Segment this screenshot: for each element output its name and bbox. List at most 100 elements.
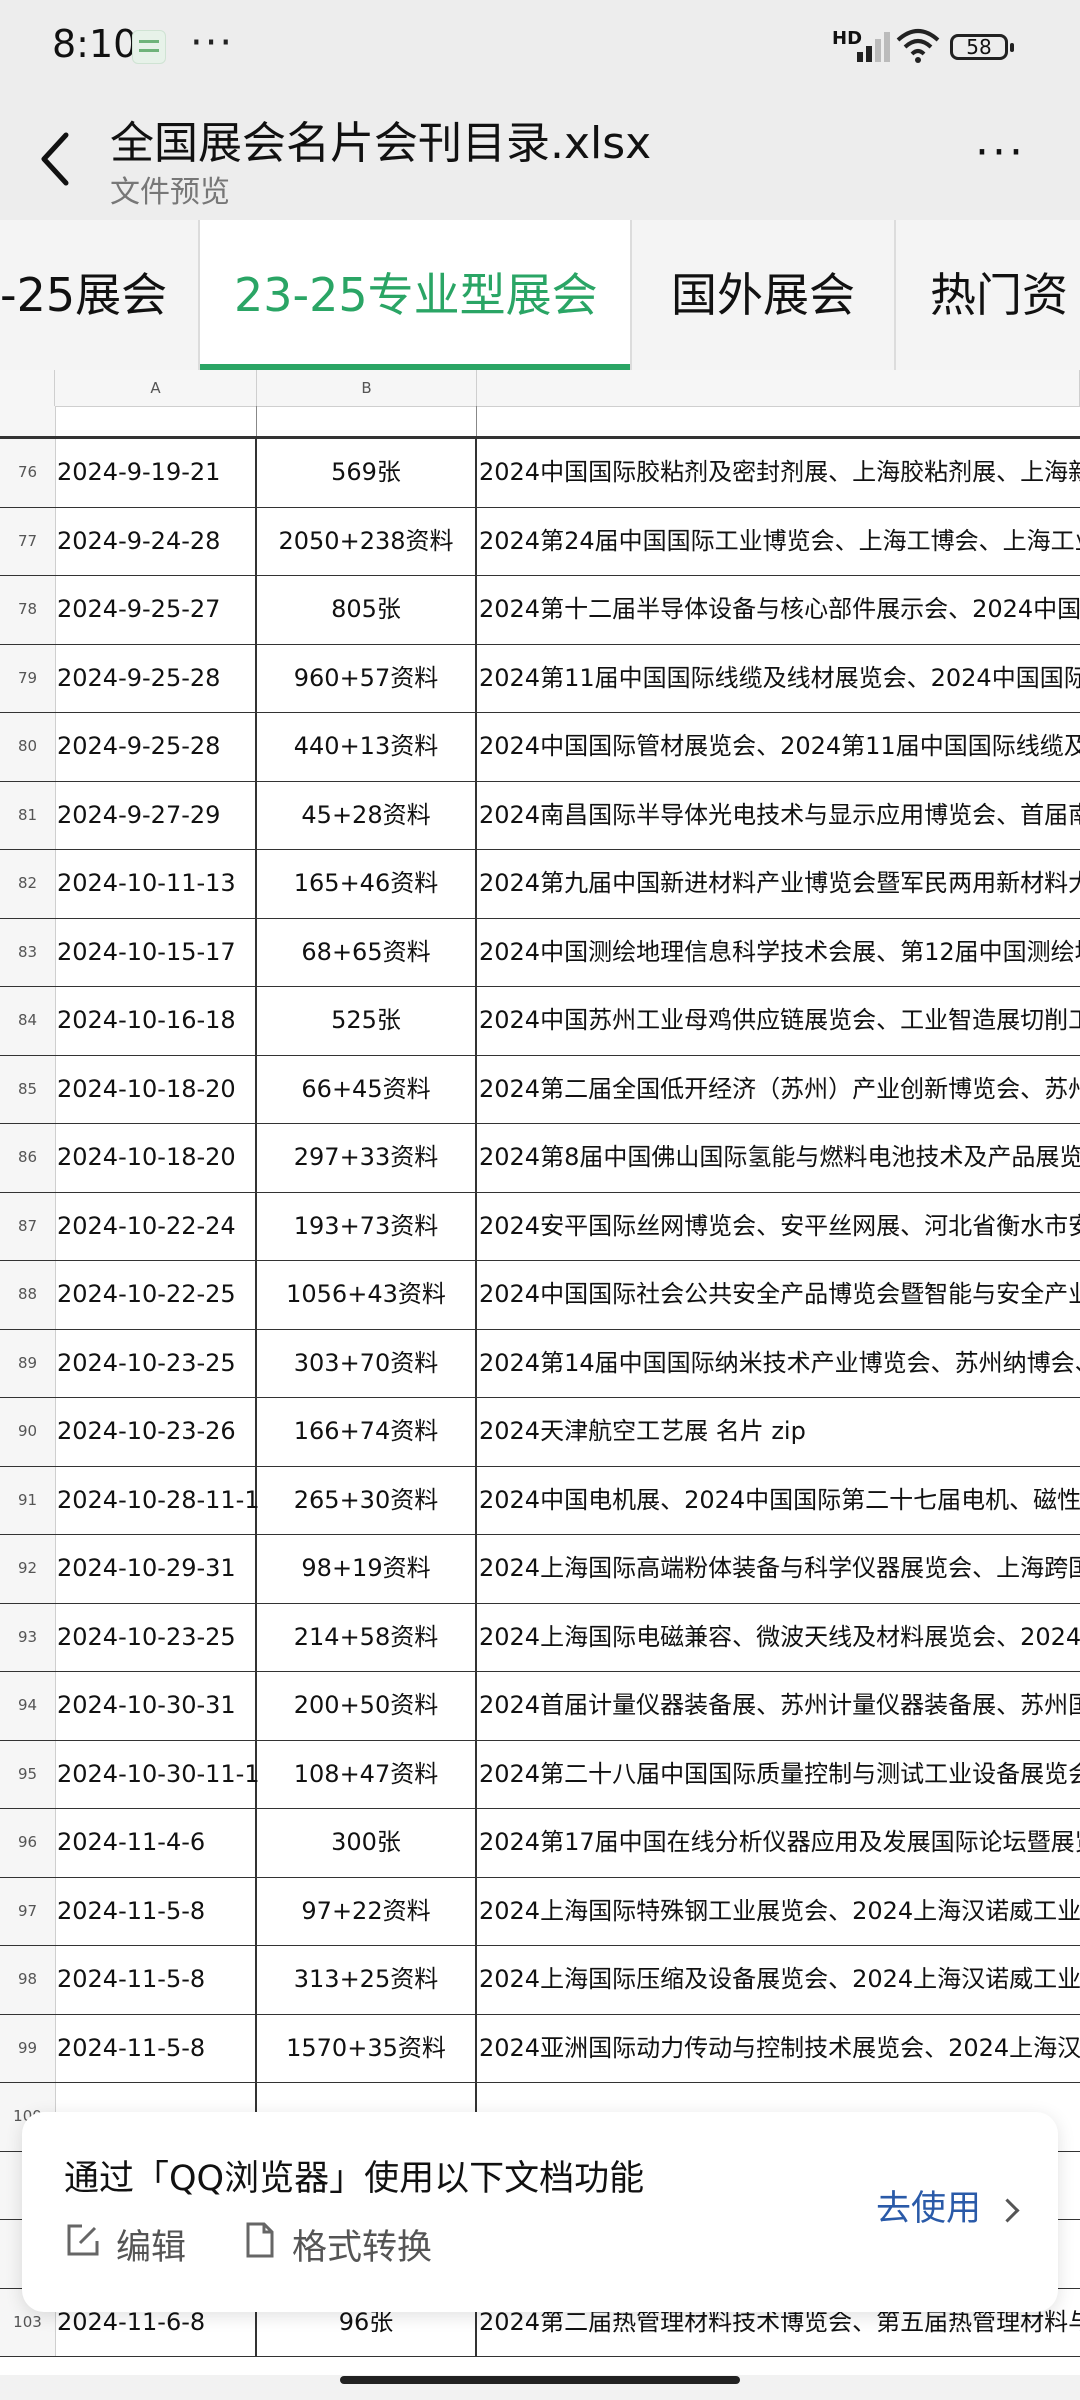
page-subtitle: 文件预览 xyxy=(110,175,230,210)
count-cell[interactable]: 805张 xyxy=(257,576,477,644)
signal-icon xyxy=(857,32,890,62)
description-cell[interactable]: 2024上海国际高端粉体装备与科学仪器展览会、上海跨国采 xyxy=(477,1535,1080,1603)
description-cell[interactable]: 2024首届计量仪器装备展、苏州计量仪器装备展、苏州国际 xyxy=(477,1672,1080,1740)
date-cell[interactable]: 2024-11-4-6 xyxy=(55,1809,257,1877)
description-cell[interactable]: 2024中国测绘地理信息科学技术会展、第12届中国测绘地理 xyxy=(477,919,1080,987)
date-cell[interactable]: 2024-11-5-8 xyxy=(55,1946,257,2014)
date-cell[interactable]: 2024-10-18-20 xyxy=(55,1055,257,1123)
description-cell[interactable]: 2024第17届中国在线分析仪器应用及发展国际论坛暨展览会 xyxy=(477,1809,1080,1877)
date-cell[interactable]: 2024-10-16-18 xyxy=(55,987,257,1055)
description-cell[interactable]: 2024第11届中国国际线缆及线材展览会、2024中国国际管材 xyxy=(477,645,1080,713)
date-cell[interactable]: 2024-10-28-11-1 xyxy=(55,1466,260,1534)
count-cell[interactable]: 2050+238资料 xyxy=(257,507,477,575)
description-cell[interactable]: 2024第24届中国国际工业博览会、上海工博会、上海工业展 xyxy=(477,508,1080,576)
column-header-a[interactable]: A xyxy=(55,370,257,406)
date-cell[interactable]: 2024-10-22-24 xyxy=(55,1192,257,1260)
count-cell[interactable]: 313+25资料 xyxy=(257,1946,477,2014)
description-cell[interactable]: 2024第二届全国低开经济（苏州）产业创新博览会、苏州低 xyxy=(477,1056,1080,1124)
count-cell[interactable]: 303+70资料 xyxy=(257,1329,477,1397)
date-cell[interactable]: 2024-10-23-26 xyxy=(55,1398,257,1466)
count-cell[interactable]: 300张 xyxy=(257,1809,477,1877)
count-cell[interactable]: 200+50资料 xyxy=(257,1672,477,1740)
description-cell[interactable]: 2024天津航空工艺展 名片 zip xyxy=(477,1398,1080,1466)
count-cell[interactable]: 98+19资料 xyxy=(257,1535,477,1603)
date-cell[interactable]: 2024-9-27-29 xyxy=(55,781,257,849)
description-cell[interactable]: 2024中国苏州工业母鸡供应链展览会、工业智造展切削工具 xyxy=(477,987,1080,1055)
description-cell[interactable]: 2024亚洲国际动力传动与控制技术展览会、2024上海汉诺威 xyxy=(477,2015,1080,2083)
date-cell[interactable]: 2024-10-18-20 xyxy=(55,1124,257,1192)
description-cell[interactable]: 2024中国国际社会公共安全产品博览会暨智能与安全产业发 xyxy=(477,1261,1080,1329)
battery-icon: 58 xyxy=(950,34,1014,60)
date-cell[interactable]: 2024-11-5-8 xyxy=(55,2014,257,2082)
column-headers: A B xyxy=(0,370,1080,407)
description-cell[interactable]: 2024第8届中国佛山国际氢能与燃料电池技术及产品展览会 xyxy=(477,1124,1080,1192)
description-cell[interactable]: 2024中国国际管材展览会、2024第11届中国国际线缆及线材 xyxy=(477,713,1080,781)
description-cell[interactable]: 2024上海国际电磁兼容、微波天线及材料展览会、2024上海 xyxy=(477,1604,1080,1672)
description-cell[interactable]: 2024安平国际丝网博览会、安平丝网展、河北省衡水市安平 xyxy=(477,1193,1080,1261)
date-cell[interactable]: 2024-10-22-25 xyxy=(55,1261,257,1329)
date-cell[interactable]: 2024-9-25-28 xyxy=(55,644,257,712)
description-cell[interactable]: 2024第14届中国国际纳米技术产业博览会、苏州纳博会、苏 xyxy=(477,1330,1080,1398)
row-number: 80 xyxy=(0,713,56,781)
tab-sheet-3[interactable]: 国外展会 xyxy=(632,220,896,370)
date-cell[interactable]: 2024-11-5-8 xyxy=(55,1877,257,1945)
home-indicator[interactable] xyxy=(340,2376,740,2384)
go-use-button[interactable]: 去使用 xyxy=(876,2180,1020,2231)
row-number: 81 xyxy=(0,781,56,849)
tab-sheet-2-active[interactable]: 23-25专业型展会 xyxy=(200,220,632,370)
count-cell[interactable]: 960+57资料 xyxy=(257,644,477,712)
tab-sheet-1[interactable]: -25展会 xyxy=(0,220,200,370)
description-cell[interactable]: 2024中国国际胶粘剂及密封剂展、上海胶粘剂展、上海新国 xyxy=(477,439,1080,507)
description-cell[interactable]: 2024上海国际特殊钢工业展览会、2024上海汉诺威工业联展 xyxy=(477,1878,1080,1946)
date-cell[interactable]: 2024-10-23-25 xyxy=(55,1329,257,1397)
select-all-corner[interactable] xyxy=(0,370,55,406)
description-cell[interactable]: 2024第九届中国新进材料产业博览会暨军民两用新材料大会 xyxy=(477,850,1080,918)
tab-sheet-4[interactable]: 热门资 xyxy=(896,220,1080,370)
table-row: 93 2024-10-23-25 214+58资料 2024上海国际电磁兼容、微波天线… xyxy=(0,1603,1080,1672)
date-cell[interactable]: 2024-10-11-13 xyxy=(55,850,257,918)
row-number: 98 xyxy=(0,1946,56,2014)
count-cell[interactable]: 214+58资料 xyxy=(257,1603,477,1671)
description-cell[interactable]: 2024中国电机展、2024中国国际第二十七届电机、磁性材料 xyxy=(477,1467,1080,1535)
count-cell[interactable]: 166+74资料 xyxy=(257,1398,477,1466)
back-icon[interactable] xyxy=(36,129,76,189)
description-cell[interactable]: 2024第二十八届中国国际质量控制与测试工业设备展览会、 xyxy=(477,1741,1080,1809)
count-cell[interactable]: 68+65资料 xyxy=(257,918,477,986)
count-cell[interactable]: 97+22资料 xyxy=(257,1877,477,1945)
column-header-c[interactable] xyxy=(477,370,1080,406)
count-cell[interactable]: 45+28资料 xyxy=(257,781,477,849)
count-cell[interactable]: 66+45资料 xyxy=(257,1055,477,1123)
table-row: 90 2024-10-23-26 166+74资料 2024天津航空工艺展 名片 zi… xyxy=(0,1398,1080,1467)
count-cell[interactable]: 193+73资料 xyxy=(257,1192,477,1260)
count-cell[interactable]: 440+13资料 xyxy=(257,713,477,781)
spreadsheet-grid[interactable]: A B 76 2024-9-19-21 569张 2024中国国际胶粘剂及密封剂展、上… xyxy=(0,370,1080,2375)
row-number: 87 xyxy=(0,1192,56,1260)
date-cell[interactable]: 2024-10-30-31 xyxy=(55,1672,257,1740)
count-cell[interactable]: 265+30资料 xyxy=(257,1466,477,1534)
chevron-right-icon xyxy=(995,2197,1020,2223)
count-cell[interactable]: 569张 xyxy=(257,439,477,507)
date-cell[interactable]: 2024-9-19-21 xyxy=(55,439,257,507)
count-cell[interactable]: 1056+43资料 xyxy=(257,1261,477,1329)
count-cell[interactable]: 297+33资料 xyxy=(257,1124,477,1192)
count-cell[interactable]: 1570+35资料 xyxy=(257,2014,477,2082)
date-cell[interactable]: 2024-9-25-28 xyxy=(55,713,257,781)
description-cell[interactable]: 2024南昌国际半导体光电技术与显示应用博览会、首届南昌 xyxy=(477,782,1080,850)
date-cell[interactable]: 2024-10-23-25 xyxy=(55,1603,257,1671)
date-cell[interactable]: 2024-10-30-11-1 xyxy=(55,1740,260,1808)
date-cell[interactable]: 2024-10-29-31 xyxy=(55,1535,257,1603)
column-header-b[interactable]: B xyxy=(257,370,477,406)
date-cell[interactable]: 2024-9-25-27 xyxy=(55,576,257,644)
description-cell[interactable]: 2024第十二届半导体设备与核心部件展示会、2024中国电子 xyxy=(477,576,1080,644)
table-row: 83 2024-10-15-17 68+65资料 2024中国测绘地理信息科学技术会展… xyxy=(0,918,1080,987)
count-cell[interactable]: 108+47资料 xyxy=(257,1740,477,1808)
more-options-icon[interactable]: ··· xyxy=(975,127,1026,178)
date-cell[interactable]: 2024-9-24-28 xyxy=(55,507,257,575)
row-number: 97 xyxy=(0,1877,56,1945)
count-cell[interactable]: 165+46资料 xyxy=(257,850,477,918)
table-body: 76 2024-9-19-21 569张 2024中国国际胶粘剂及密封剂展、上海胶粘剂… xyxy=(0,439,1080,2357)
row-number: 90 xyxy=(0,1398,56,1466)
description-cell[interactable]: 2024上海国际压缩及设备展览会、2024上海汉诺威工业联 xyxy=(477,1946,1080,2014)
date-cell[interactable]: 2024-10-15-17 xyxy=(55,918,257,986)
count-cell[interactable]: 525张 xyxy=(257,987,477,1055)
